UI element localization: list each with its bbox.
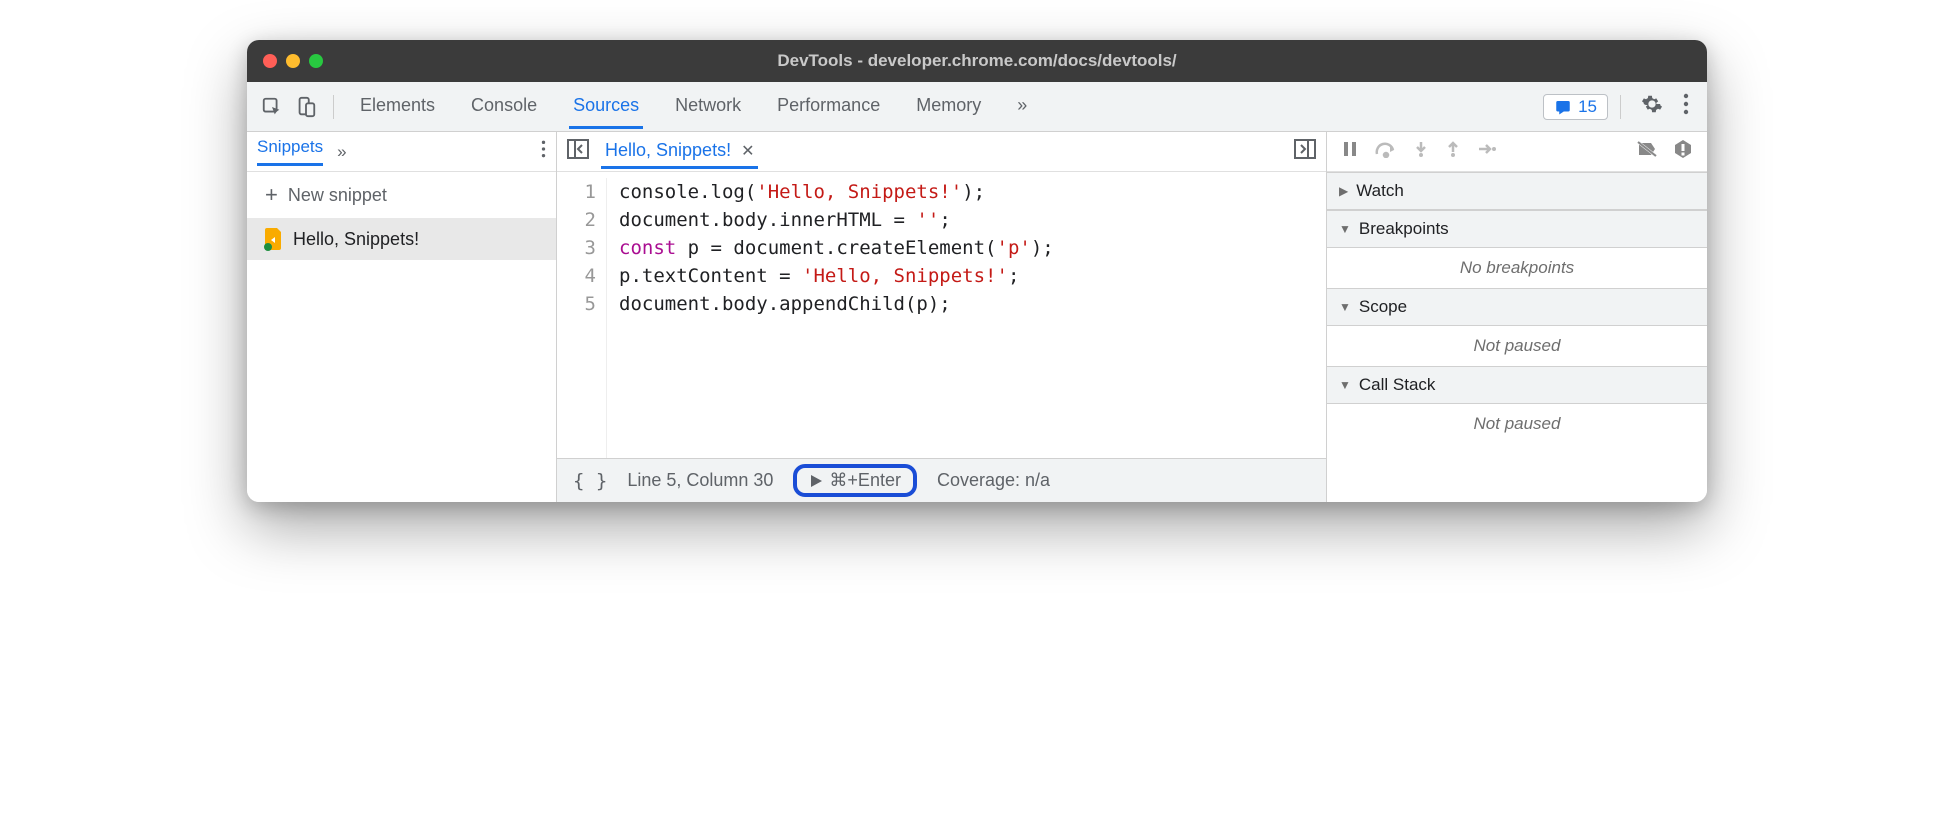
pretty-print-icon[interactable]: { }	[573, 470, 607, 492]
tab-overflow[interactable]: »	[1013, 85, 1031, 129]
scope-body: Not paused	[1327, 326, 1707, 366]
snippet-item-label: Hello, Snippets!	[293, 229, 419, 250]
more-menu-icon[interactable]	[1675, 93, 1697, 120]
breakpoints-section-header[interactable]: ▼ Breakpoints	[1327, 210, 1707, 248]
step-into-icon[interactable]	[1413, 140, 1429, 163]
editor-pane: Hello, Snippets! ✕ 12345 console.log('He…	[557, 132, 1327, 502]
run-snippet-button[interactable]: ⌘+Enter	[793, 464, 917, 497]
editor-tabbar: Hello, Snippets! ✕	[557, 132, 1326, 172]
show-debugger-icon[interactable]	[1294, 139, 1316, 164]
settings-gear-icon[interactable]	[1633, 93, 1671, 120]
titlebar: DevTools - developer.chrome.com/docs/dev…	[247, 40, 1707, 82]
cursor-position: Line 5, Column 30	[627, 470, 773, 491]
pause-icon[interactable]	[1341, 140, 1359, 163]
plus-icon: +	[265, 182, 278, 208]
callstack-body: Not paused	[1327, 404, 1707, 444]
breakpoints-label: Breakpoints	[1359, 219, 1449, 239]
show-navigator-icon[interactable]	[567, 139, 589, 164]
tab-memory[interactable]: Memory	[912, 85, 985, 129]
tab-elements[interactable]: Elements	[356, 85, 439, 129]
main-toolbar: Elements Console Sources Network Perform…	[247, 82, 1707, 132]
coverage-label: Coverage: n/a	[937, 470, 1050, 491]
toolbar-divider	[1620, 95, 1621, 119]
issues-count: 15	[1578, 97, 1597, 117]
step-icon[interactable]	[1477, 140, 1497, 163]
callstack-label: Call Stack	[1359, 375, 1436, 395]
toolbar-divider	[333, 95, 334, 119]
minimize-window-button[interactable]	[286, 54, 300, 68]
scope-label: Scope	[1359, 297, 1407, 317]
snippet-file-icon	[265, 228, 283, 250]
tab-performance[interactable]: Performance	[773, 85, 884, 129]
debugger-toolbar	[1327, 132, 1707, 172]
debugger-pane: ▶ Watch ▼ Breakpoints No breakpoints ▼ S…	[1327, 132, 1707, 502]
watch-section-header[interactable]: ▶ Watch	[1327, 172, 1707, 210]
inspect-element-icon[interactable]	[257, 92, 287, 122]
step-out-icon[interactable]	[1445, 140, 1461, 163]
navigator-more-icon[interactable]	[541, 139, 546, 164]
expand-icon: ▶	[1339, 184, 1348, 198]
step-over-icon[interactable]	[1375, 140, 1397, 163]
code-editor[interactable]: 12345 console.log('Hello, Snippets!');do…	[557, 172, 1326, 458]
close-tab-icon[interactable]: ✕	[741, 141, 754, 161]
window-title: DevTools - developer.chrome.com/docs/dev…	[777, 51, 1176, 71]
navigator-tabs: Snippets »	[247, 132, 556, 172]
device-toggle-icon[interactable]	[291, 92, 321, 122]
watch-label: Watch	[1356, 181, 1404, 201]
navigator-overflow-icon[interactable]: »	[337, 142, 346, 162]
tab-network[interactable]: Network	[671, 85, 745, 129]
pause-on-exceptions-icon[interactable]	[1673, 139, 1693, 164]
devtools-window: DevTools - developer.chrome.com/docs/dev…	[247, 40, 1707, 502]
scope-section-header[interactable]: ▼ Scope	[1327, 288, 1707, 326]
collapse-icon: ▼	[1339, 300, 1351, 314]
panel-tabs: Elements Console Sources Network Perform…	[356, 85, 1031, 129]
collapse-icon: ▼	[1339, 378, 1351, 392]
line-gutter: 12345	[557, 178, 607, 458]
callstack-section-header[interactable]: ▼ Call Stack	[1327, 366, 1707, 404]
zoom-window-button[interactable]	[309, 54, 323, 68]
navigator-pane: Snippets » + New snippet Hello, Snippets…	[247, 132, 557, 502]
tab-console[interactable]: Console	[467, 85, 541, 129]
main-content: Snippets » + New snippet Hello, Snippets…	[247, 132, 1707, 502]
editor-file-tab[interactable]: Hello, Snippets! ✕	[601, 134, 758, 169]
file-tab-label: Hello, Snippets!	[605, 140, 731, 161]
new-snippet-button[interactable]: + New snippet	[247, 172, 556, 218]
collapse-icon: ▼	[1339, 222, 1351, 236]
close-window-button[interactable]	[263, 54, 277, 68]
traffic-lights	[263, 54, 323, 68]
snippets-tab[interactable]: Snippets	[257, 137, 323, 166]
snippet-list-item[interactable]: Hello, Snippets!	[247, 218, 556, 260]
new-snippet-label: New snippet	[288, 185, 387, 206]
issues-counter[interactable]: 15	[1543, 94, 1608, 120]
code-lines[interactable]: console.log('Hello, Snippets!');document…	[607, 178, 1054, 458]
run-shortcut-label: ⌘+Enter	[829, 470, 901, 491]
tab-sources[interactable]: Sources	[569, 85, 643, 129]
deactivate-breakpoints-icon[interactable]	[1637, 140, 1657, 163]
breakpoints-body: No breakpoints	[1327, 248, 1707, 288]
editor-statusbar: { } Line 5, Column 30 ⌘+Enter Coverage: …	[557, 458, 1326, 502]
